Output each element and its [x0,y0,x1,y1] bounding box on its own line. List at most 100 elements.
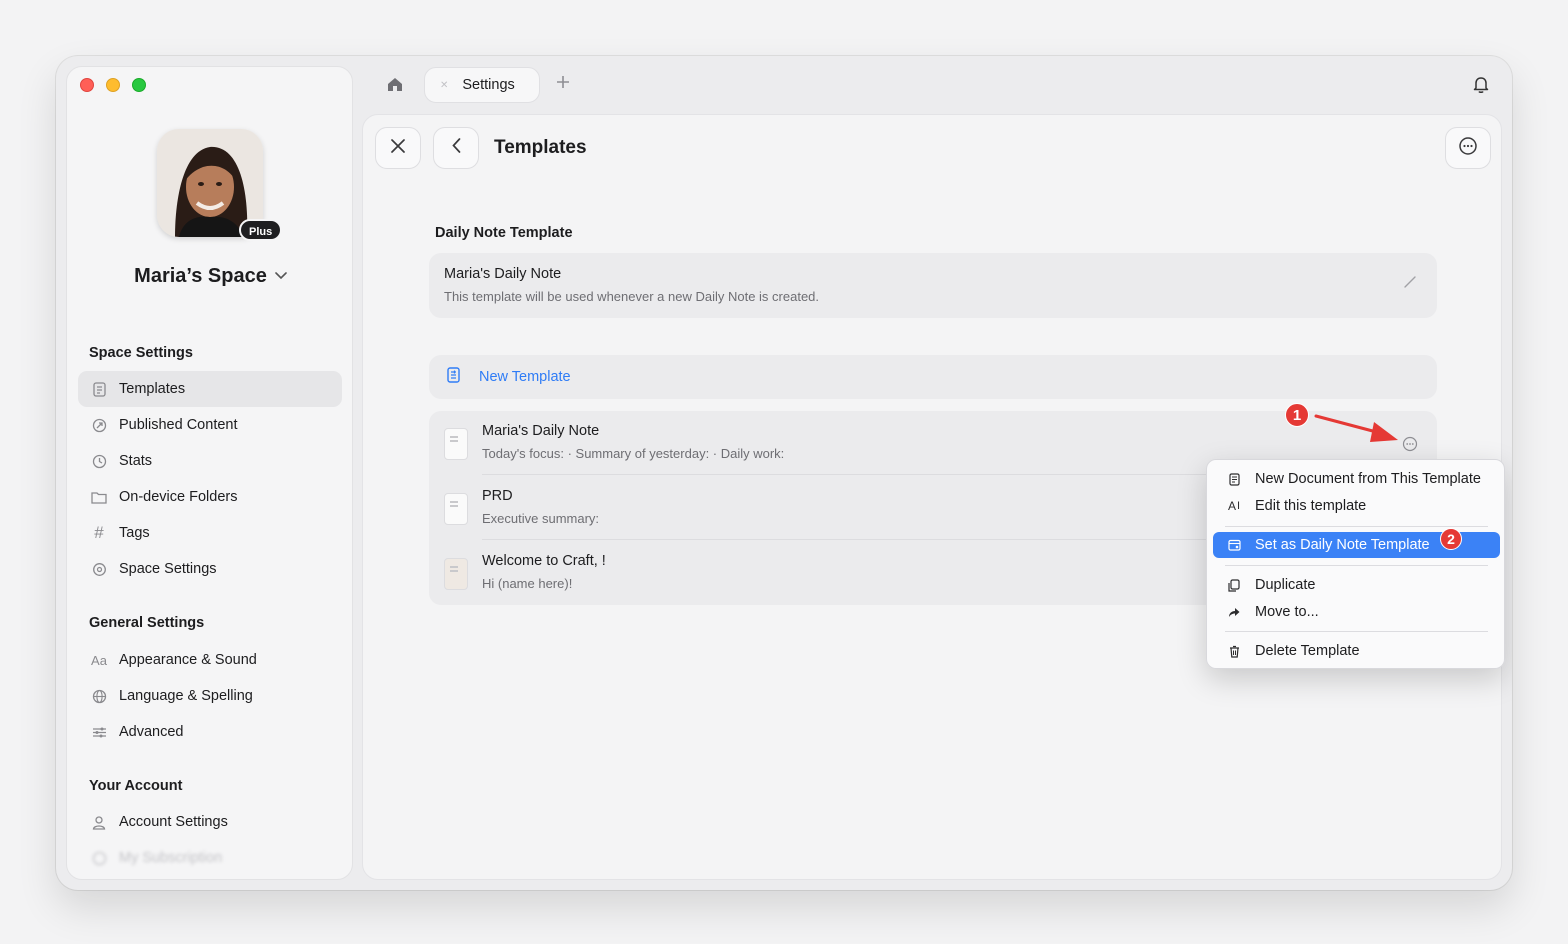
sidebar-item-label: Appearance & Sound [119,652,257,668]
daily-note-template-card[interactable]: Maria's Daily Note This template will be… [429,253,1437,318]
plan-badge: Plus [239,219,283,241]
stats-icon [90,452,108,470]
hash-icon: # [94,523,104,542]
sidebar-item-appearance-sound[interactable]: Aa Appearance & Sound [78,642,342,678]
sidebar-item-templates[interactable]: Templates [78,371,342,407]
page-title: Templates [494,137,587,158]
template-subtitle: Executive summary: [482,511,600,526]
sidebar-item-label: Stats [119,453,153,469]
menu-separator [1225,631,1488,632]
more-options-button[interactable] [1445,127,1491,169]
trash-icon [1226,645,1242,658]
close-tab-icon[interactable]: ✕ [440,80,448,91]
tab-settings[interactable]: ✕ Settings [424,67,540,103]
chevron-down-icon [275,268,287,283]
sidebar-item-label: Advanced [119,724,184,740]
menu-separator [1225,526,1488,527]
document-thumbnail-icon [444,428,468,460]
sidebar-item-space-settings[interactable]: Space Settings [78,551,342,587]
daily-note-section-label: Daily Note Template [435,225,573,241]
menu-item-label: Set as Daily Note Template [1255,537,1430,553]
template-title: PRD [482,488,513,504]
annotation-arrow-icon [1314,414,1398,442]
app-window: Plus Maria’s Space Space Settings Templa… [56,56,1512,890]
subscription-icon [90,849,108,867]
menu-item-duplicate[interactable]: Duplicate [1213,572,1500,598]
ellipsis-circle-icon [1458,136,1478,161]
close-icon [391,138,405,158]
sidebar-item-my-subscription[interactable]: My Subscription [78,840,342,876]
sidebar-item-label: Templates [119,381,186,397]
document-thumbnail-icon [444,493,468,525]
menu-item-label: Duplicate [1255,577,1316,593]
new-tab-plus-icon[interactable] [556,72,570,95]
section-title-general-settings: General Settings [89,615,205,631]
home-icon[interactable] [386,76,404,97]
back-button[interactable] [433,127,479,169]
person-icon [90,813,108,831]
sliders-icon [90,723,108,741]
new-template-icon [447,366,460,388]
menu-item-label: Delete Template [1255,643,1360,659]
space-name: Maria’s Space [134,265,267,287]
daily-note-template-title: Maria's Daily Note [444,266,562,282]
text-size-icon: Aa [91,652,107,668]
sidebar-item-language-spelling[interactable]: Language & Spelling [78,678,342,714]
annotation-step-1: 1 [1285,403,1309,427]
tab-label: Settings [462,77,515,93]
template-context-menu: New Document from This Template AI Edit … [1206,459,1505,669]
move-arrow-icon [1226,607,1242,618]
published-icon [90,416,108,434]
section-title-space-settings: Space Settings [89,345,193,361]
window-controls [80,78,146,92]
sidebar-item-label: Language & Spelling [119,688,253,704]
template-subtitle: Hi (name here)! [482,576,573,591]
close-window-button[interactable] [80,78,94,92]
globe-icon [90,687,108,705]
sidebar-item-label: Space Settings [119,561,217,577]
sidebar-item-label: Tags [119,525,150,541]
template-icon [90,380,108,398]
minimize-window-button[interactable] [106,78,120,92]
new-template-label: New Template [479,369,571,385]
pencil-icon[interactable] [1403,275,1417,294]
sidebar-item-published-content[interactable]: Published Content [78,407,342,443]
bell-icon[interactable] [1472,75,1490,99]
sidebar-item-advanced[interactable]: Advanced [78,714,342,750]
sidebar-item-on-device-folders[interactable]: On-device Folders [78,479,342,515]
edit-text-icon: AI [1227,499,1241,513]
sidebar-item-label: On-device Folders [119,489,238,505]
chevron-left-icon [451,138,461,158]
close-button[interactable] [375,127,421,169]
duplicate-icon [1226,578,1242,592]
calendar-icon [1226,539,1242,551]
menu-item-new-document[interactable]: New Document from This Template [1213,466,1500,492]
document-thumbnail-icon [444,558,468,590]
new-template-button[interactable]: New Template [429,355,1437,399]
sidebar: Plus Maria’s Space Space Settings Templa… [66,66,353,880]
sidebar-item-label: My Subscription [119,850,223,866]
menu-item-edit-template[interactable]: AI Edit this template [1213,493,1500,519]
template-title: Maria's Daily Note [482,423,600,439]
section-title-your-account: Your Account [89,778,183,794]
template-subtitle: Today's focus: · Summary of yesterday: ·… [482,446,785,461]
sidebar-item-label: Account Settings [119,814,228,830]
sidebar-item-tags[interactable]: # Tags [78,515,342,551]
sidebar-item-label: Published Content [119,417,238,433]
annotation-step-2: 2 [1440,528,1462,550]
menu-separator [1225,565,1488,566]
menu-item-label: New Document from This Template [1255,471,1481,487]
menu-item-delete-template[interactable]: Delete Template [1213,638,1500,664]
menu-item-label: Edit this template [1255,498,1367,514]
menu-item-label: Move to... [1255,604,1319,620]
folder-icon [90,488,108,506]
template-title: Welcome to Craft, ! [482,553,606,569]
sidebar-item-stats[interactable]: Stats [78,443,342,479]
space-switcher[interactable]: Maria’s Space [67,265,352,288]
menu-item-move-to[interactable]: Move to... [1213,599,1500,625]
ellipsis-circle-icon[interactable] [1402,436,1418,457]
sidebar-item-account-settings[interactable]: Account Settings [78,804,342,840]
gear-icon [90,560,108,578]
new-doc-icon [1226,472,1242,486]
zoom-window-button[interactable] [132,78,146,92]
